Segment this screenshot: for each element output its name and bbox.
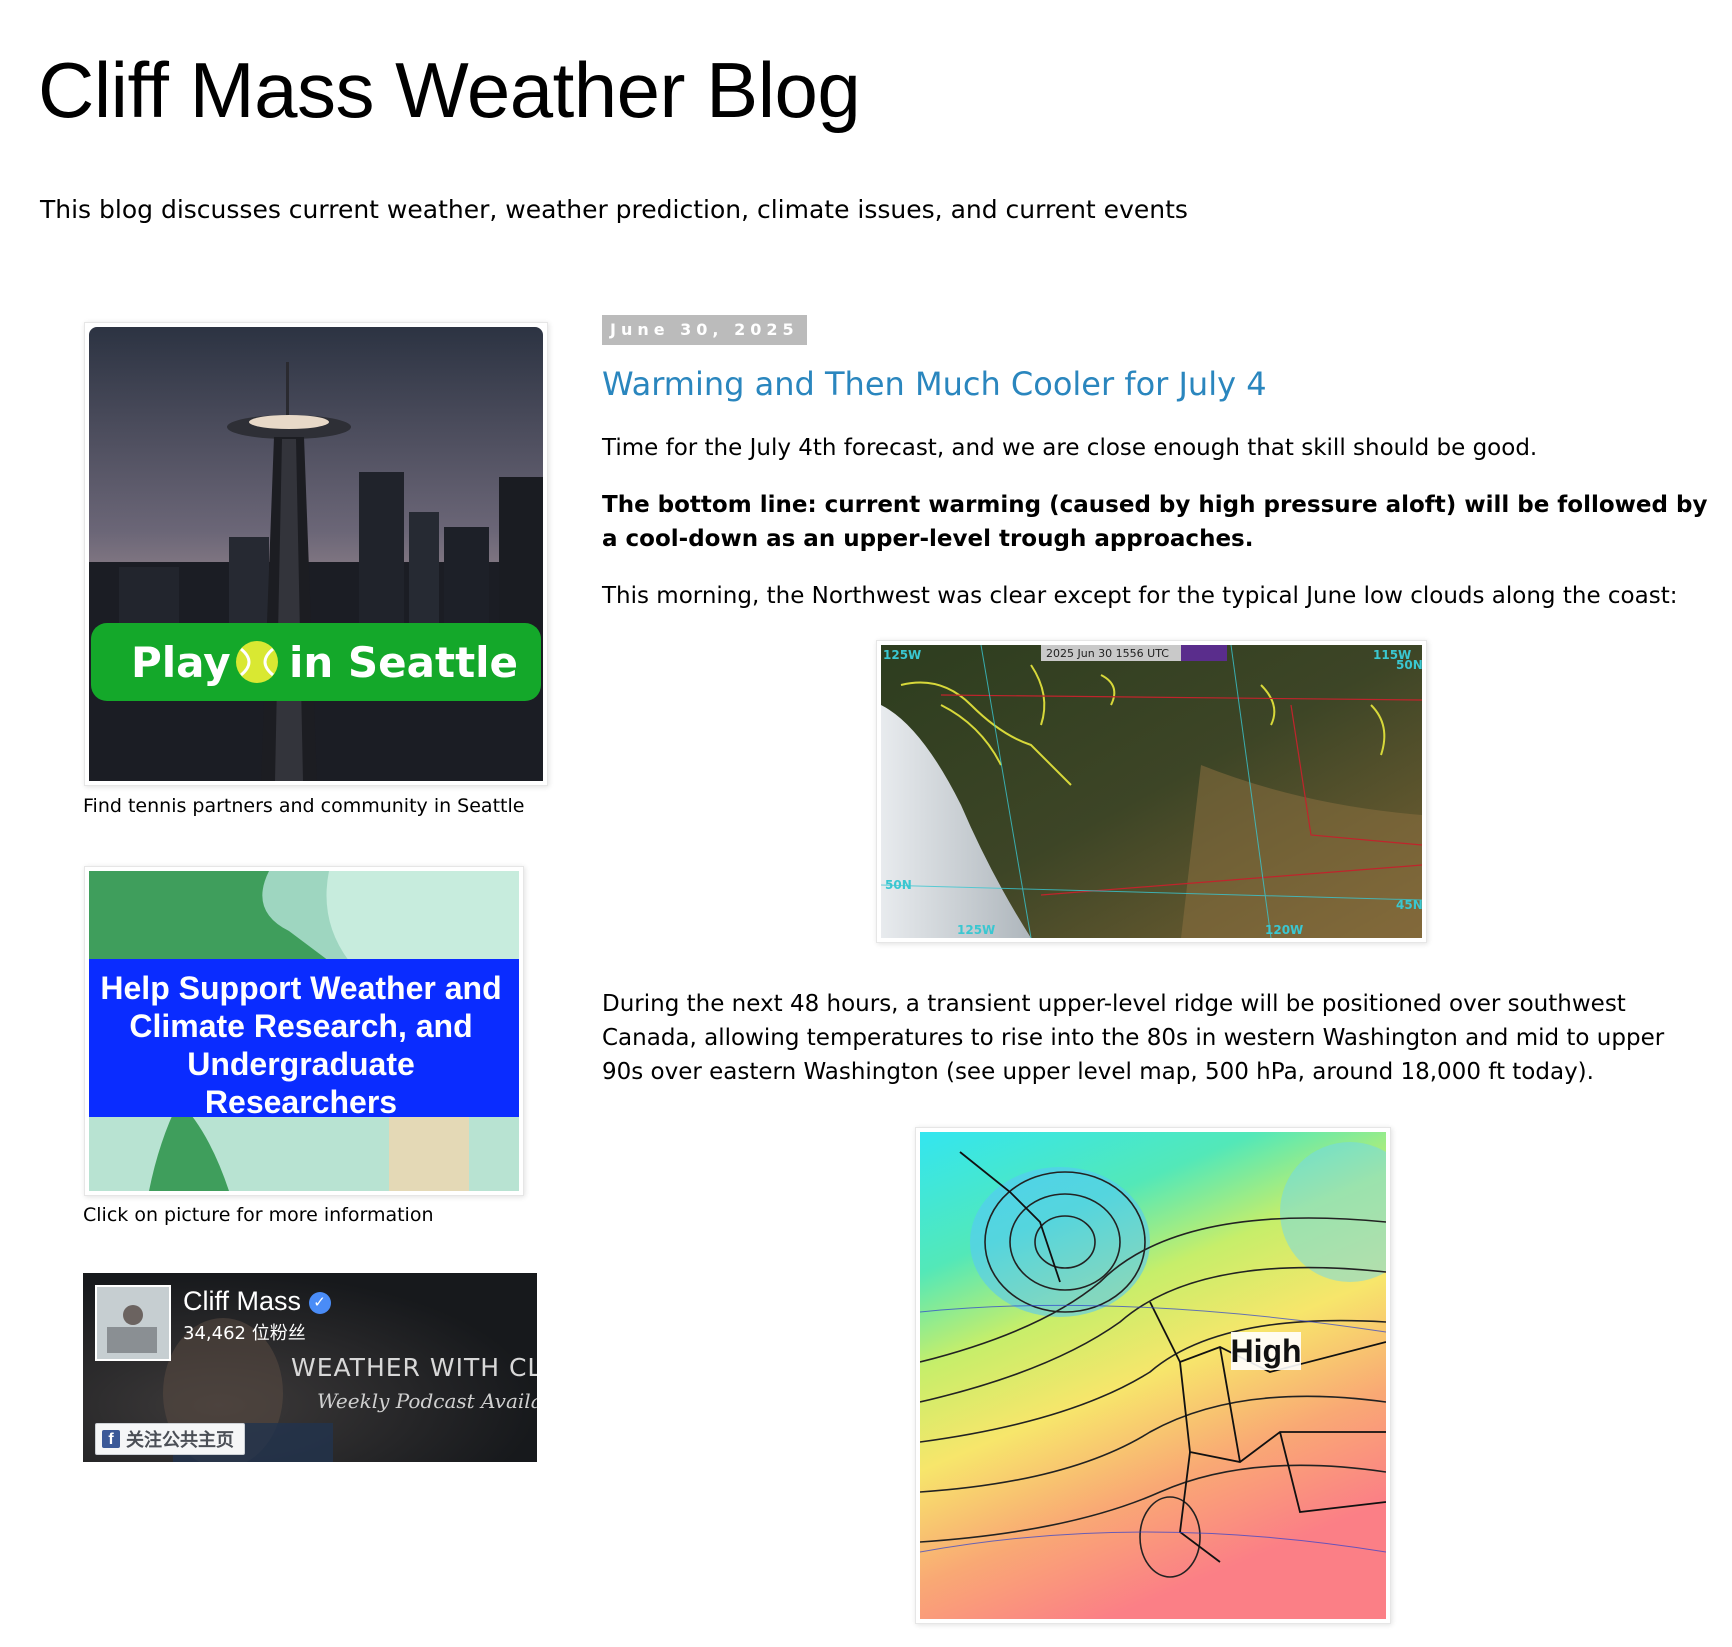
sat-label-125w-bottom: 125W (957, 923, 995, 937)
satellite-timestamp: 2025 Jun 30 1556 UTC (1046, 647, 1169, 660)
support-banner-line3: Undergraduate (187, 1046, 415, 1082)
support-banner-line4: Researchers (205, 1084, 397, 1120)
support-banner-line2: Climate Research, and (129, 1008, 472, 1044)
sat-label-50n-left: 50N (885, 878, 912, 892)
tennis-ad-caption: Find tennis partners and community in Se… (83, 795, 525, 817)
post-date: June 30, 2025 (602, 315, 807, 345)
facebook-follow-button[interactable]: f 关注公共主页 (95, 1423, 245, 1455)
facebook-follower-count: 34,462 位粉丝 (183, 1323, 306, 1344)
post-title[interactable]: Warming and Then Much Cooler for July 4 (602, 362, 1267, 406)
tennis-ad-image[interactable]: Play in Seattle (84, 322, 548, 786)
high-pressure-label: High (1230, 1333, 1301, 1369)
facebook-page-widget[interactable]: Cliff Mass ✓ 34,462 位粉丝 WEATHER WITH CLI… (83, 1273, 537, 1462)
post-paragraph-4: During the next 48 hours, a transient up… (602, 991, 1665, 1085)
post-paragraph-bottom-line: The bottom line: current warming (caused… (602, 492, 1708, 552)
cover-podcast-subtitle: Weekly Podcast Availa (317, 1389, 537, 1413)
verified-check-icon: ✓ (308, 1291, 331, 1314)
post-paragraph-3: This morning, the Northwest was clear ex… (602, 583, 1678, 609)
sat-label-125w-top: 125W (883, 648, 921, 662)
sat-label-45n: 45N (1396, 898, 1422, 912)
upper-level-map-image[interactable]: High (915, 1127, 1420, 1624)
satellite-image[interactable]: 2025 Jun 30 1556 UTC 125W 115W 50N 45N 1… (876, 640, 1427, 943)
500hpa-map-image: High (919, 1132, 1420, 1619)
seattle-skyline-image: Play in Seattle (89, 327, 543, 781)
satellite-visible-image: 2025 Jun 30 1556 UTC 125W 115W 50N 45N 1… (880, 644, 1423, 939)
post-paragraph-1: Time for the July 4th forecast, and we a… (602, 435, 1538, 461)
support-ad-caption: Click on picture for more information (83, 1204, 434, 1226)
tennis-ball-icon (236, 641, 278, 683)
cover-podcast-title: WEATHER WITH CLIF (291, 1353, 537, 1382)
terrain-map-image: Help Support Weather and Climate Researc… (89, 871, 519, 1191)
blog-description: This blog discusses current weather, wea… (40, 195, 1188, 224)
banner-play-text: Play (131, 638, 231, 687)
sat-label-120w: 120W (1265, 923, 1303, 937)
support-ad-image[interactable]: Help Support Weather and Climate Researc… (84, 866, 524, 1196)
banner-seattle-text: in Seattle (289, 638, 518, 687)
blog-title[interactable]: Cliff Mass Weather Blog (38, 44, 861, 136)
support-banner-line1: Help Support Weather and (100, 970, 501, 1006)
sat-label-50n-right: 50N (1396, 658, 1422, 672)
facebook-page-name[interactable]: Cliff Mass ✓ (183, 1285, 331, 1317)
facebook-icon: f (102, 1430, 120, 1448)
facebook-avatar[interactable] (95, 1285, 171, 1361)
